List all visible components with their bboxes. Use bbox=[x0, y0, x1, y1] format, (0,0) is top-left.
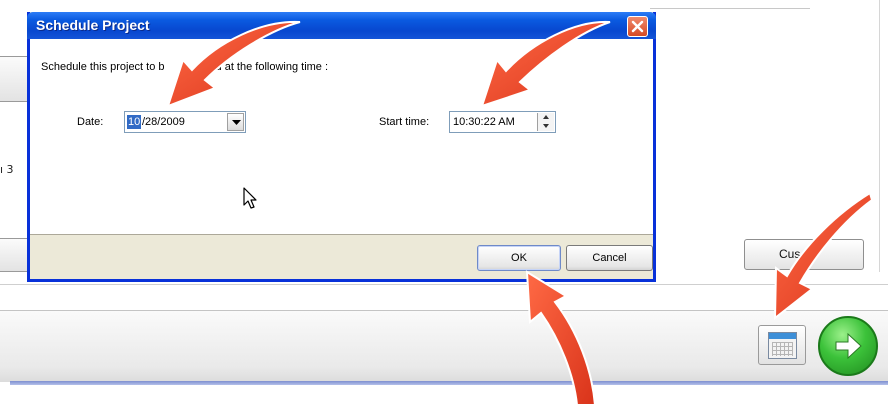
start-time-field[interactable]: 10:30:22 AM bbox=[449, 111, 556, 133]
chevron-down-icon bbox=[232, 120, 241, 125]
spin-up-icon bbox=[543, 115, 549, 119]
spin-down-button[interactable] bbox=[538, 122, 554, 131]
date-dropdown-button[interactable] bbox=[227, 113, 244, 131]
start-time-label: Start time: bbox=[379, 116, 430, 128]
background-left-button-2[interactable] bbox=[0, 238, 30, 272]
background-left-text: ı 3 bbox=[0, 163, 14, 176]
date-label: Date: bbox=[77, 116, 104, 128]
customize-button[interactable]: Cus bbox=[744, 239, 864, 270]
next-button[interactable] bbox=[818, 316, 878, 376]
dialog-content: Schedule this project to b d at the follo… bbox=[30, 39, 653, 234]
schedule-button[interactable] bbox=[758, 325, 806, 365]
calendar-icon bbox=[768, 332, 797, 359]
background-separator bbox=[0, 284, 888, 285]
close-button[interactable] bbox=[627, 16, 648, 37]
dialog-prompt: Schedule this project to b d at the follo… bbox=[41, 61, 328, 73]
bottom-toolbar bbox=[0, 310, 888, 382]
start-time-value: 10:30:22 AM bbox=[453, 116, 515, 128]
mouse-pointer-icon bbox=[243, 187, 257, 209]
time-spinner[interactable] bbox=[537, 113, 554, 131]
bottom-accent-line bbox=[10, 381, 888, 385]
dialog-title-bar[interactable]: Schedule Project bbox=[27, 12, 656, 39]
close-icon bbox=[631, 20, 644, 33]
schedule-project-dialog: Schedule Project Schedule this project t… bbox=[27, 12, 656, 282]
ok-button[interactable]: OK bbox=[477, 245, 561, 271]
date-value-rest: /28/2009 bbox=[142, 116, 185, 128]
date-month-selected: 10 bbox=[127, 115, 142, 129]
dialog-button-divider bbox=[30, 234, 653, 235]
background-left-button[interactable] bbox=[0, 56, 30, 102]
spin-up-button[interactable] bbox=[538, 113, 554, 122]
background-divider bbox=[650, 8, 810, 9]
cancel-button[interactable]: Cancel bbox=[566, 245, 653, 271]
prompt-text-end: d at the following time : bbox=[215, 61, 329, 73]
spin-down-icon bbox=[543, 124, 549, 128]
screenshot-stage: ı 3 Cus Schedule Project Schedule this p… bbox=[0, 0, 888, 411]
dialog-title: Schedule Project bbox=[36, 17, 150, 33]
date-picker[interactable]: 10 /28/2009 bbox=[124, 111, 246, 133]
arrow-right-icon bbox=[835, 332, 862, 360]
prompt-text-start: Schedule this project to b bbox=[41, 61, 165, 73]
